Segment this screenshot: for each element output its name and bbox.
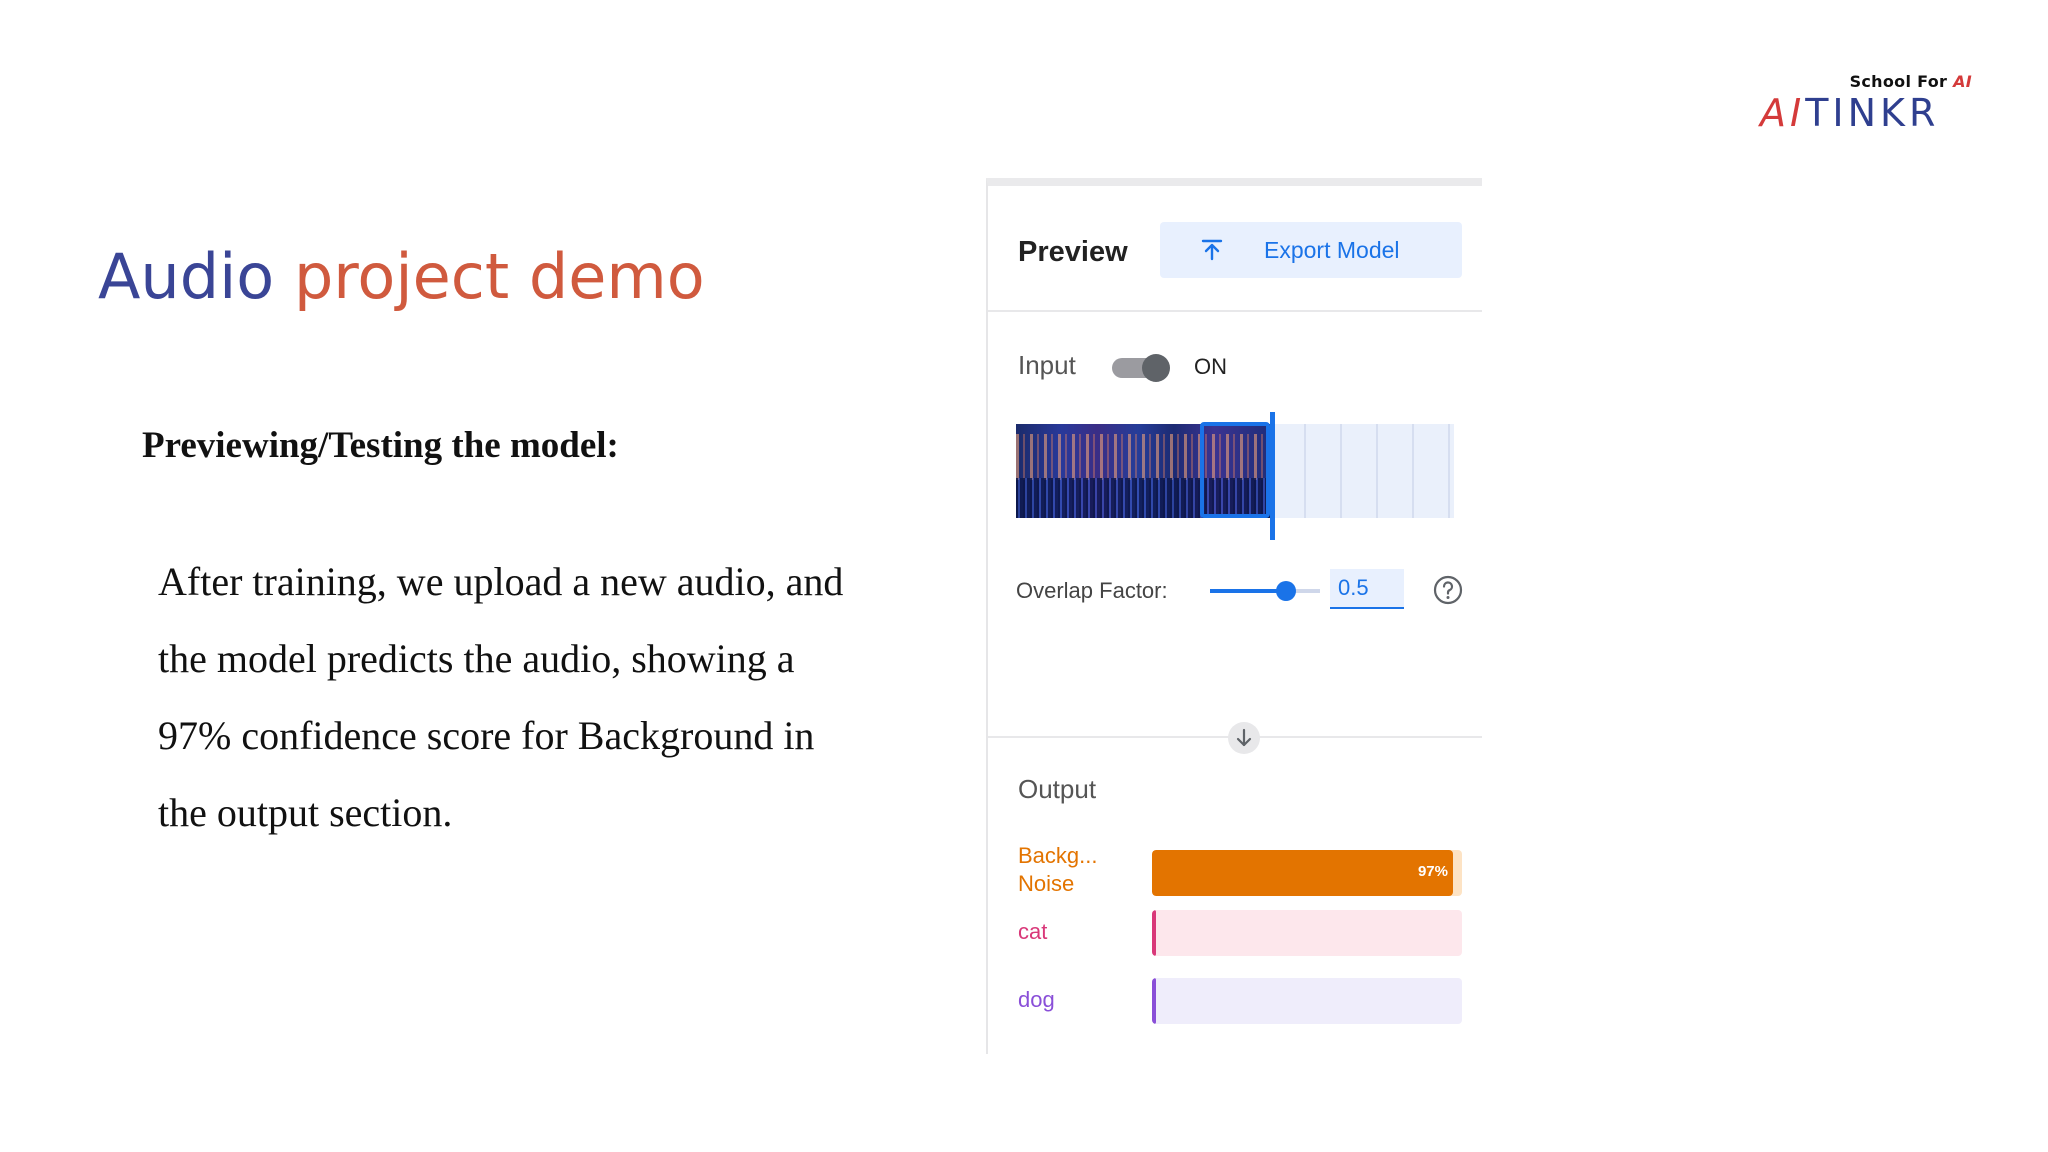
spectrogram[interactable]	[1016, 412, 1456, 540]
export-model-label: Export Model	[1264, 237, 1400, 263]
body-line: the model predicts the audio, showing a	[158, 636, 795, 681]
body-line: After training, we upload a new audio, a…	[158, 559, 844, 604]
slide-title: Audio project demo	[98, 240, 705, 314]
panel-title: Preview	[1018, 236, 1128, 268]
body-line: 97% confidence score for Background in	[158, 713, 815, 758]
class-name: dog	[1018, 987, 1055, 1012]
confidence-fill	[1152, 850, 1453, 896]
confidence-fill	[1152, 978, 1157, 1024]
toggle-knob	[1142, 354, 1170, 382]
spectrogram-empty	[1270, 424, 1454, 518]
spectrogram-playhead[interactable]	[1270, 412, 1275, 540]
overlap-factor-slider[interactable]	[1210, 576, 1320, 606]
output-label: Output	[1018, 774, 1097, 804]
help-circle-icon[interactable]	[1432, 574, 1464, 606]
upload-icon	[1201, 239, 1223, 261]
slide-subheading: Previewing/Testing the model:	[142, 425, 619, 466]
confidence-fill	[1152, 910, 1157, 956]
confidence-bar	[1152, 910, 1462, 956]
slider-track-active	[1210, 589, 1284, 593]
logo-wordmark: AITINKR	[1760, 91, 1940, 135]
overlap-factor-label: Overlap Factor:	[1016, 578, 1168, 603]
aitinkr-logo: School For AI AITINKR	[1752, 68, 1982, 132]
input-toggle-state: ON	[1194, 354, 1227, 379]
confidence-percent: 97%	[1417, 863, 1448, 880]
slider-handle[interactable]	[1276, 581, 1296, 601]
class-name: cat	[1018, 919, 1048, 944]
panel-divider	[988, 310, 1482, 312]
overlap-factor-input[interactable]: 0.5	[1330, 569, 1404, 609]
arrow-down-icon	[1236, 728, 1252, 747]
spectrogram-window	[1200, 422, 1270, 518]
confidence-bar	[1152, 978, 1462, 1024]
arrow-down-circle	[1228, 722, 1260, 754]
preview-panel: Preview Export Model Input ON Overlap Fa…	[986, 178, 1482, 1054]
slide-title-part2: project demo	[293, 240, 705, 313]
slide-body: After training, we upload a new audio, a…	[158, 543, 938, 851]
input-label: Input	[1018, 350, 1076, 380]
class-name-line2: Noise	[1018, 871, 1075, 896]
body-line: the output section.	[158, 790, 453, 835]
input-toggle[interactable]	[1112, 352, 1172, 382]
logo-tagline: School For AI	[1849, 72, 1972, 91]
confidence-bar: 97%	[1152, 850, 1462, 896]
slide-title-part1: Audio	[98, 240, 275, 313]
export-model-button[interactable]: Export Model	[1160, 222, 1462, 278]
class-name: Backg...	[1018, 843, 1098, 868]
